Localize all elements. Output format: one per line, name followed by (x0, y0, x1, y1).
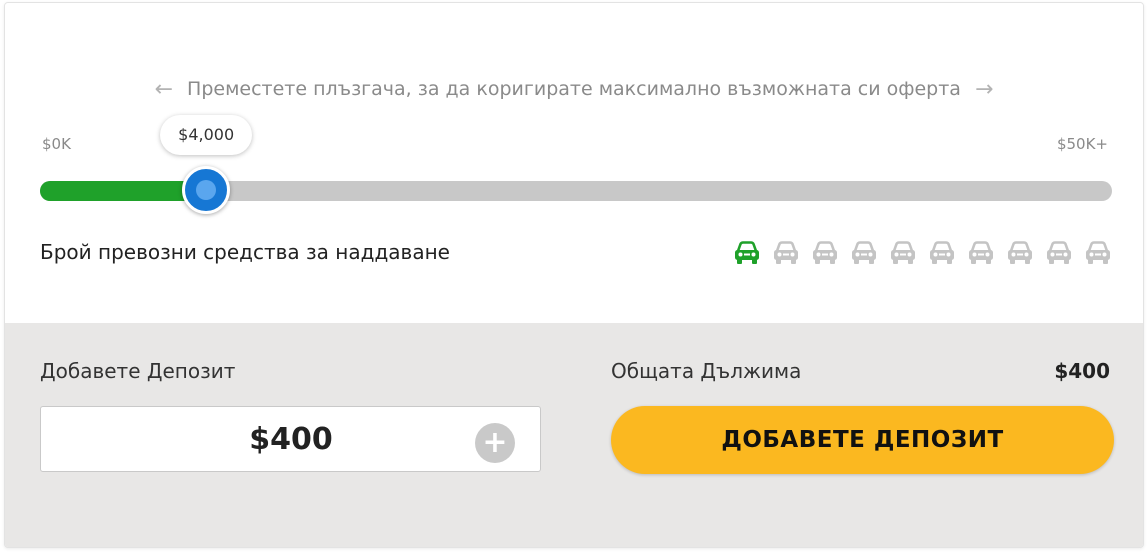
slider-thumb[interactable] (182, 166, 231, 214)
slider-value-bubble: $4,000 (160, 115, 253, 155)
add-deposit-button[interactable]: ДОБАВЕТЕ ДЕПОЗИТ (611, 406, 1114, 474)
car-icon (774, 241, 798, 264)
car-icon (735, 241, 759, 264)
slider-hint: ← Преместете плъзгача, за да коригирате м… (5, 77, 1143, 102)
car-icon (813, 241, 837, 264)
arrow-left-icon: ← (154, 77, 174, 102)
slider-min-label: $0K (42, 135, 71, 153)
slider-thumb-center (196, 180, 217, 200)
vehicles-label: Брой превозни средства за наддаване (40, 240, 450, 264)
car-icon (1047, 241, 1071, 264)
arrow-right-icon: → (974, 77, 994, 102)
deposit-card: ← Преместете плъзгача, за да коригирате м… (4, 2, 1144, 548)
vehicle-count-indicator (732, 239, 1113, 267)
slider-hint-text: Преместете плъзгача, за да коригирате ма… (187, 78, 961, 100)
deposit-section: Добавете Депозит $400 + Общата Дължима $… (5, 323, 1143, 547)
total-due-value: $400 (1054, 359, 1110, 383)
car-icon (930, 241, 954, 264)
deposit-label: Добавете Депозит (40, 359, 236, 383)
deposit-amount-value[interactable]: $400 (41, 407, 541, 473)
car-icon (852, 241, 876, 264)
slider-max-label: $50K+ (1056, 135, 1108, 153)
total-due-label: Общата Дължима (611, 359, 802, 383)
deposit-amount-input[interactable]: $400 + (40, 406, 541, 472)
car-icon (1008, 241, 1032, 264)
car-icon (891, 241, 915, 264)
car-icon (1086, 241, 1110, 264)
car-icon (969, 241, 993, 264)
slider-section: ← Преместете плъзгача, за да коригирате м… (5, 3, 1143, 323)
plus-circle-icon[interactable]: + (475, 423, 515, 463)
